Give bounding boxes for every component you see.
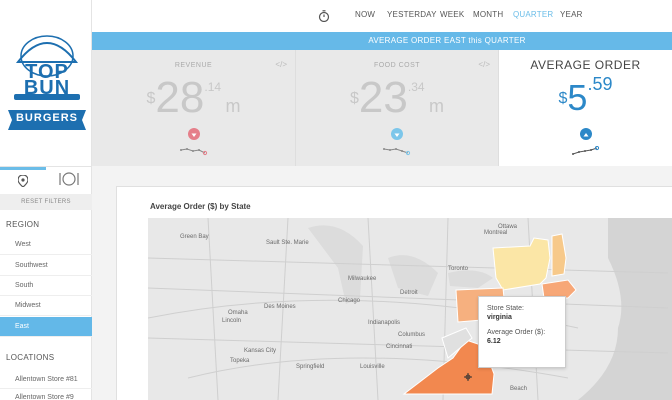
kpi-unit: m [429, 96, 444, 116]
code-icon[interactable]: </> [275, 60, 287, 69]
state-map[interactable]: Sault Ste. Marie Montreal Ottawa Milwauk… [148, 218, 672, 400]
map-pin-icon [17, 173, 29, 192]
kpi-label: REVENUE [174, 62, 213, 69]
city-label: Green Bay [180, 234, 209, 240]
nav-yesterday[interactable]: YESTERDAY [387, 10, 437, 19]
city-label: Detroit [400, 290, 418, 296]
nav-now[interactable]: NOW [355, 10, 375, 19]
city-label: Indianapolis [368, 320, 400, 326]
city-label: Springfield [296, 364, 324, 370]
plate-cutlery-icon [58, 171, 80, 191]
sidebar-tabs [0, 166, 92, 194]
region-southwest[interactable]: Southwest [0, 256, 92, 276]
tooltip-state-label: Store State: [487, 305, 524, 312]
nav-month[interactable]: MONTH [473, 10, 503, 19]
kpi-value: $5.59 [499, 72, 672, 124]
kpi-currency: $ [146, 90, 156, 107]
tooltip-order-value: 6.12 [487, 338, 501, 345]
city-label: Columbus [398, 332, 425, 338]
city-label: Omaha [228, 310, 248, 316]
dashboard: TOP BUN BURGERS RESET FILTERS REGION Wes… [0, 0, 672, 400]
kpi-whole: 23 [358, 73, 408, 122]
trend-down-icon [187, 128, 200, 140]
region-midwest[interactable]: Midwest [0, 296, 92, 316]
kpi-unit: m [225, 96, 241, 116]
region-title: REGION [6, 220, 40, 229]
code-icon[interactable]: </> [478, 60, 490, 69]
kpi-card-average-order[interactable]: AVERAGE ORDER $5.59 [499, 50, 672, 166]
location-item[interactable]: Allentown Store #81 [0, 371, 92, 389]
sidebar: TOP BUN BURGERS RESET FILTERS REGION Wes… [0, 0, 92, 400]
nav-week[interactable]: WEEK [440, 10, 464, 19]
city-label: Beach [510, 386, 527, 392]
city-label: Topeka [230, 358, 250, 364]
city-label: Lincoln [222, 318, 241, 324]
kpi-label: AVERAGE ORDER [530, 58, 641, 72]
top-bun-logo: TOP BUN BURGERS [4, 28, 90, 138]
city-label: Cincinnati [386, 344, 412, 350]
city-label: Kansas City [244, 348, 276, 354]
city-label: Louisville [360, 364, 385, 370]
context-banner: AVERAGE ORDER EAST this QUARTER [92, 32, 672, 50]
kpi-decimal: .59 [587, 74, 613, 94]
reset-filters-button[interactable]: RESET FILTERS [0, 194, 92, 210]
location-item[interactable]: Allentown Store #9 [0, 389, 92, 400]
kpi-label: FOOD COST [373, 62, 421, 69]
kpi-whole: 5 [567, 77, 588, 118]
nav-quarter[interactable]: QUARTER [513, 10, 553, 19]
tooltip-state-value: virginia [487, 314, 512, 321]
trend-down-icon [391, 128, 403, 140]
city-label: Sault Ste. Marie [266, 240, 309, 246]
sparkline [571, 146, 599, 155]
logo-line2: BUN [23, 77, 71, 99]
locations-title: LOCATIONS [6, 353, 55, 362]
map-title: Average Order ($) by State [150, 202, 251, 211]
region-west[interactable]: West [0, 235, 92, 255]
kpi-currency: $ [350, 90, 359, 107]
city-label: Toronto [448, 266, 469, 272]
region-east[interactable]: East [0, 317, 92, 337]
kpi-decimal: .34 [407, 80, 425, 94]
kpi-currency: $ [558, 90, 568, 107]
kpi-card-revenue[interactable]: REVENUE </> $28.14 m [92, 50, 296, 166]
city-label: Montreal [484, 230, 507, 236]
kpi-value: $28.14 m [92, 72, 295, 124]
map-tooltip: Store State: virginia Average Order ($):… [478, 296, 566, 368]
kpi-card-food-cost[interactable]: FOOD COST </> $23.34 m [296, 50, 499, 166]
tooltip-order-label: Average Order ($): [487, 329, 546, 336]
tab-locations[interactable] [0, 167, 46, 195]
trend-up-icon [579, 128, 592, 140]
kpi-value: $23.34 m [296, 72, 498, 124]
logo-banner-text: BURGERS [15, 112, 78, 124]
stopwatch-icon[interactable] [318, 9, 330, 23]
city-label: Des Moines [264, 304, 296, 310]
nav-year[interactable]: YEAR [560, 10, 583, 19]
kpi-decimal: .14 [204, 80, 222, 94]
region-south[interactable]: South [0, 276, 92, 296]
tab-menu[interactable] [46, 167, 92, 195]
city-label: Ottawa [498, 224, 518, 230]
sparkline [383, 148, 411, 156]
kpi-whole: 28 [155, 73, 205, 122]
city-label: Chicago [338, 298, 361, 304]
sparkline [179, 148, 207, 156]
time-range-nav: NOW YESTERDAY WEEK MONTH QUARTER YEAR [92, 0, 672, 32]
city-label: Milwaukee [348, 276, 377, 282]
